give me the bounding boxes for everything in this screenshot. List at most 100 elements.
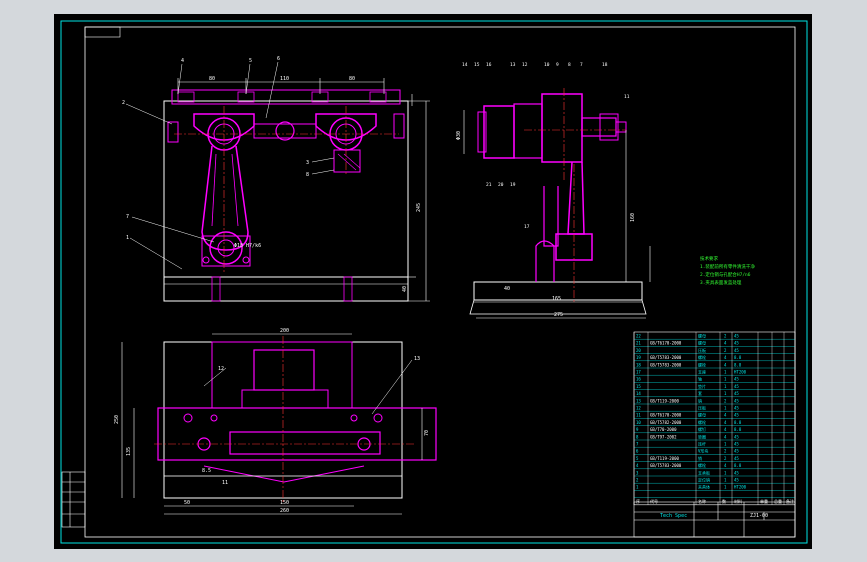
parts-cell: GB/T5782-2000	[650, 420, 682, 425]
plan-view-dims: 200 250 135 50 150 260 70	[114, 328, 430, 514]
parts-cell: 1	[724, 370, 727, 375]
parts-cell: HT200	[734, 370, 747, 375]
parts-cell: 螺栓	[698, 462, 706, 468]
parts-cell: 定位销	[698, 477, 710, 483]
parts-cell: 套	[698, 390, 702, 396]
plan-balloon-13: 13	[414, 356, 420, 362]
parts-cell: GB/T119-2000	[650, 398, 679, 403]
parts-cell: 45	[734, 398, 739, 403]
side-view-dims: Φ30 165 40 275 160	[456, 131, 636, 318]
front-leaders	[125, 61, 335, 270]
parts-cell: 8	[636, 434, 639, 439]
side-balloon-15: 15	[474, 62, 480, 68]
parts-cell: 9	[636, 427, 639, 432]
parts-cell: 4	[724, 355, 727, 360]
side-balloon-18: 18	[602, 62, 608, 68]
parts-cell: 夹具体	[698, 484, 710, 490]
parts-cell: GB/T5783-2000	[650, 463, 682, 468]
parts-cell: 螺母	[698, 340, 706, 346]
parts-cell: 19	[636, 355, 641, 360]
parts-cell: 8.8	[734, 362, 742, 367]
parts-cell: 14	[636, 391, 641, 396]
parts-cell: 螺母	[698, 412, 706, 418]
parts-footer-cell: 单重	[760, 498, 768, 504]
parts-cell: 45	[734, 384, 739, 389]
side-dim-dia: Φ30	[456, 131, 462, 140]
title-block-title: Tech Spec	[660, 513, 687, 519]
parts-cell: 45	[734, 478, 739, 483]
front-balloon-7: 7	[126, 214, 129, 220]
parts-cell: 45	[734, 434, 739, 439]
parts-cell: 7	[636, 442, 639, 447]
plan-dim-260: 260	[280, 508, 289, 514]
parts-cell: 压板	[698, 347, 706, 353]
parts-cell: 1	[724, 391, 727, 396]
notes-title: 技术要求	[700, 255, 718, 262]
front-dim-1: 80	[209, 76, 215, 82]
parts-cell: 1	[724, 478, 727, 483]
parts-cell: 45	[734, 406, 739, 411]
parts-cell: 15	[636, 384, 641, 389]
plan-balloon-12: 12	[218, 366, 224, 372]
notes-line-3: 3.夹具表面发蓝处理	[700, 279, 742, 286]
side-balloon-9: 9	[556, 62, 559, 68]
parts-cell: 支承板	[698, 469, 710, 475]
plan-dim-200: 200	[280, 328, 289, 334]
parts-cell: 4	[724, 463, 727, 468]
side-balloon-8: 8	[568, 62, 571, 68]
parts-cell: 3	[636, 470, 639, 475]
side-balloon-16: 16	[486, 62, 492, 68]
parts-cell: 8.8	[734, 420, 742, 425]
parts-cell: 销	[698, 455, 702, 461]
plan-balloon-11: 11	[222, 480, 228, 486]
plan-balloons: 12 13 11 8.5	[202, 356, 420, 486]
parts-footer-cell: 总重	[774, 498, 782, 504]
cad-viewport[interactable]: 80 110 80 245 40 Φ18 H7/k6 4 5 6 2 3 8 7…	[54, 14, 812, 549]
plan-dim-50: 50	[184, 500, 190, 506]
side-balloon-17: 17	[524, 224, 530, 230]
plan-leaders	[203, 359, 413, 415]
parts-cell: GB/T6170-2000	[650, 341, 682, 346]
parts-cell: GB/T5783-2000	[650, 355, 682, 360]
parts-cell: HT200	[734, 485, 747, 490]
side-balloon-7: 7	[580, 62, 583, 68]
parts-footer-cell: 数	[722, 498, 726, 504]
side-balloon-14: 14	[462, 62, 468, 68]
parts-cell: 垫圈	[698, 433, 706, 439]
parts-cell: 2	[724, 456, 727, 461]
parts-cell: 4	[724, 413, 727, 418]
parts-cell: 1	[636, 485, 639, 490]
front-balloon-2: 2	[122, 100, 125, 106]
title-block	[633, 501, 796, 538]
parts-cell: 1	[724, 470, 727, 475]
hole-fit-note: Φ18 H7/k6	[234, 243, 261, 249]
parts-cell: 12	[636, 406, 641, 411]
front-view	[163, 78, 430, 302]
parts-cell: 销	[698, 397, 702, 403]
side-balloon-11: 11	[624, 94, 630, 100]
front-balloons: 4 5 6 2 3 8 7 1	[122, 56, 309, 241]
parts-cell: 6	[636, 449, 639, 454]
parts-cell: 45	[734, 334, 739, 339]
parts-cell: 4	[724, 427, 727, 432]
parts-footer-cell: 备注	[786, 498, 794, 504]
parts-cell: 4	[724, 420, 727, 425]
front-height-dim: 245	[416, 203, 422, 212]
side-view	[463, 88, 651, 319]
parts-cell: 45	[734, 456, 739, 461]
side-dim-275: 275	[554, 312, 563, 318]
parts-cell: 45	[734, 413, 739, 418]
plan-balloon-8-5: 8.5	[202, 468, 211, 474]
parts-cell: GB/T97-2002	[650, 434, 677, 439]
parts-cell: 2	[724, 334, 727, 339]
front-dim-3: 80	[349, 76, 355, 82]
side-dim-40: 40	[504, 286, 510, 292]
engineering-drawing: 80 110 80 245 40 Φ18 H7/k6 4 5 6 2 3 8 7…	[60, 20, 808, 544]
parts-cell: 垫片	[698, 383, 706, 389]
side-dim-165: 165	[552, 296, 561, 302]
drawing-number: ZJ1-00	[750, 513, 768, 519]
parts-cell: 螺钉	[698, 426, 706, 432]
parts-cell: 轴	[698, 376, 702, 382]
parts-cell: 16	[636, 377, 641, 382]
parts-cell: 4	[724, 341, 727, 346]
